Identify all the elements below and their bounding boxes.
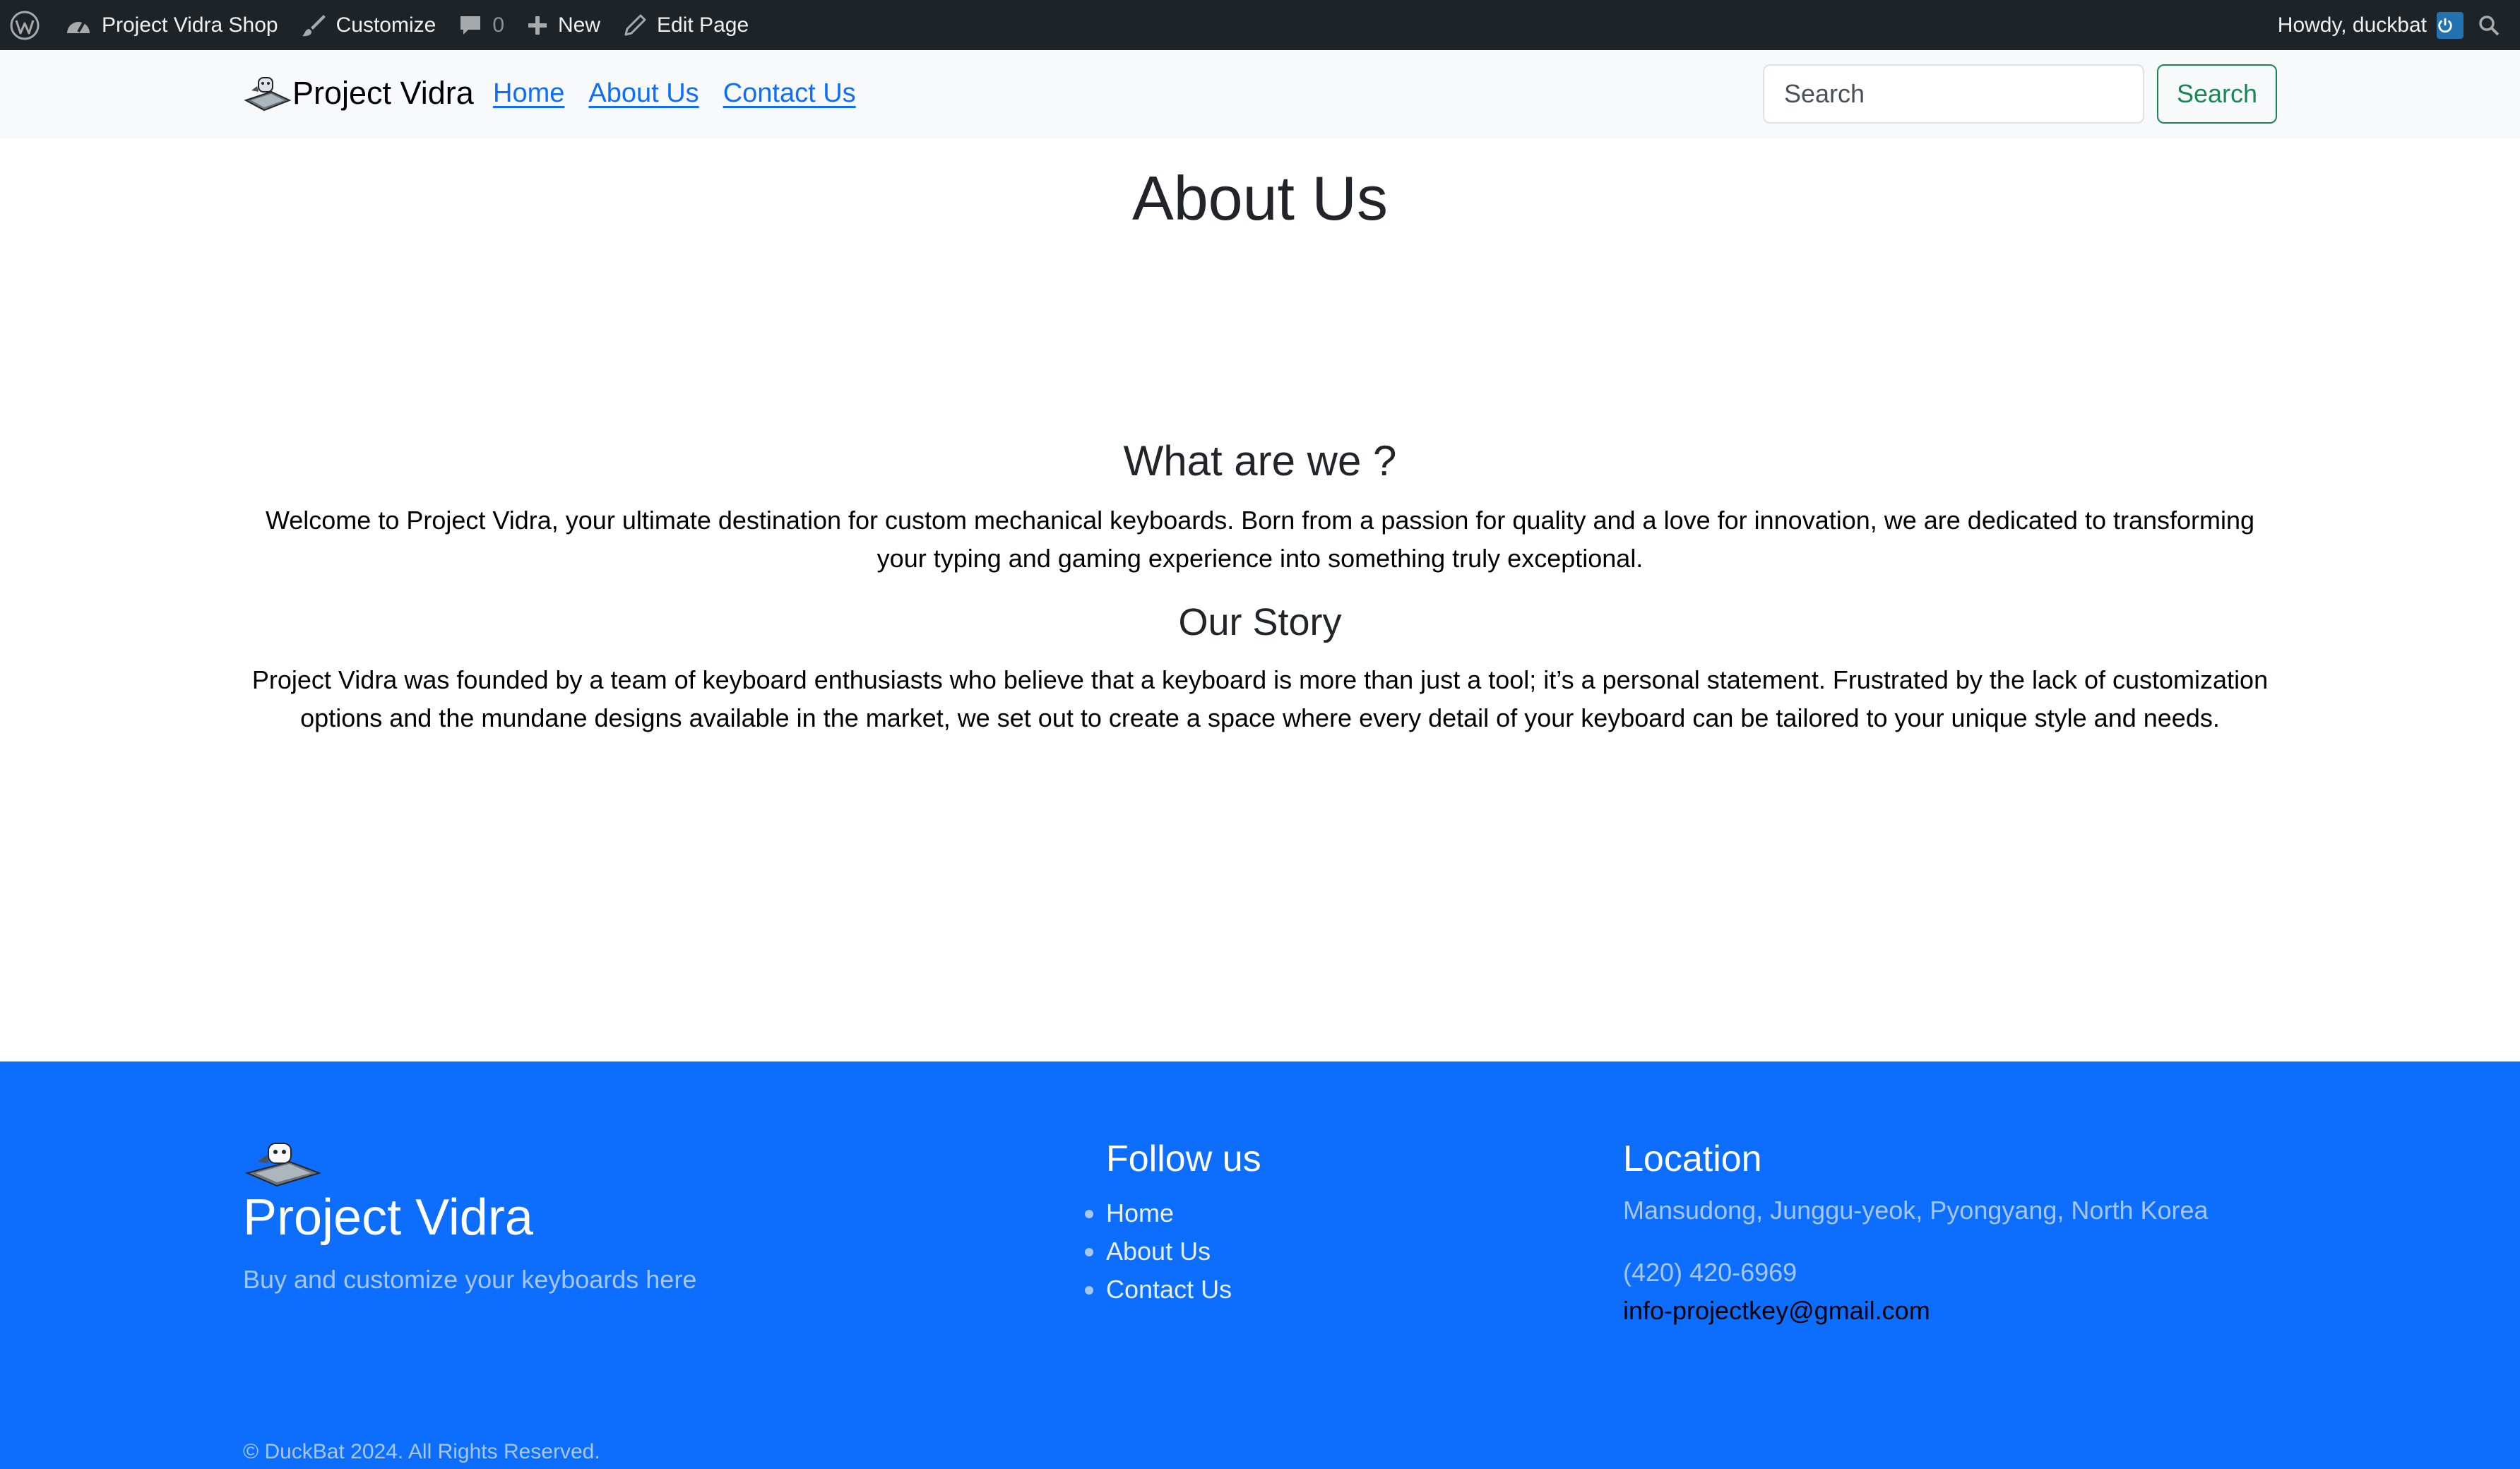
wordpress-logo-button[interactable] <box>0 0 54 50</box>
admin-search-button[interactable] <box>2463 0 2520 50</box>
email-link[interactable]: info-projectkey@gmail.com <box>1623 1296 1930 1326</box>
location-heading: Location <box>1623 1138 1762 1179</box>
search-button[interactable]: Search <box>2157 64 2277 124</box>
section-text-our-story: Project Vidra was founded by a team of k… <box>251 665 2269 732</box>
page-title: About Us <box>1132 163 1388 233</box>
follow-us-heading: Follow us <box>1106 1138 1261 1179</box>
site-name-menu[interactable]: Project Vidra Shop <box>54 0 290 50</box>
keyboard-mascot-logo-icon <box>244 77 291 112</box>
footer-brand-name: Project Vidra <box>243 1189 533 1246</box>
brand-name: Project Vidra <box>292 75 474 111</box>
footer-tagline: Buy and customize your keyboards here <box>243 1265 697 1294</box>
navbar-brand[interactable]: Project Vidra <box>243 72 474 114</box>
wordpress-icon <box>10 11 40 40</box>
nav-links: Home About Us Contact Us <box>493 78 856 109</box>
site-name-label: Project Vidra Shop <box>102 13 278 37</box>
pencil-icon <box>624 14 646 35</box>
section-text-what-are-we: Welcome to Project Vidra, your ultimate … <box>265 506 2255 573</box>
customize-label: Customize <box>335 13 436 37</box>
comments-count: 0 <box>492 13 505 37</box>
footer-link-contact-us[interactable]: Contact Us <box>1084 1271 1232 1309</box>
footer-link-about-us[interactable]: About Us <box>1084 1232 1232 1271</box>
site-navbar: Project Vidra Home About Us Contact Us S… <box>0 50 2520 138</box>
copyright-text: © DuckBat 2024. All Rights Reserved. <box>243 1440 600 1463</box>
follow-us-list: Home About Us Contact Us <box>1084 1194 1232 1309</box>
section-heading-our-story: Our Story <box>1178 601 1342 643</box>
admin-bar: Project Vidra Shop Customize 0 New Edit … <box>0 0 2520 50</box>
phone-text: (420) 420-6969 <box>1623 1258 1797 1287</box>
account-menu[interactable]: Howdy, duckbat <box>2266 0 2463 50</box>
nav-link-contact-us[interactable]: Contact Us <box>723 78 856 109</box>
edit-page-label: Edit Page <box>657 13 749 37</box>
customize-button[interactable]: Customize <box>290 0 448 50</box>
edit-page-button[interactable]: Edit Page <box>612 0 760 50</box>
power-icon <box>2438 18 2452 32</box>
comment-bubble-icon <box>460 16 481 35</box>
search-icon <box>2479 15 2500 35</box>
new-label: New <box>558 13 601 37</box>
howdy-label: Howdy, duckbat <box>2277 13 2427 37</box>
site-footer: Project Vidra Buy and customize your key… <box>0 1061 2520 1469</box>
avatar <box>2437 11 2463 39</box>
dashboard-gauge-icon <box>67 20 90 33</box>
footer-link-home[interactable]: Home <box>1084 1194 1232 1232</box>
nav-link-home[interactable]: Home <box>493 78 564 109</box>
comments-button[interactable]: 0 <box>447 0 516 50</box>
address-text: Mansudong, Junggu-yeok, Pyongyang, North… <box>1623 1196 2209 1225</box>
plus-icon <box>528 16 547 35</box>
new-content-button[interactable]: New <box>516 0 612 50</box>
nav-link-about-us[interactable]: About Us <box>588 78 699 109</box>
section-heading-what-are-we: What are we ? <box>1123 437 1397 484</box>
paintbrush-icon <box>302 14 326 36</box>
keyboard-mascot-logo-icon <box>244 1143 322 1187</box>
search-input[interactable] <box>1763 64 2144 124</box>
